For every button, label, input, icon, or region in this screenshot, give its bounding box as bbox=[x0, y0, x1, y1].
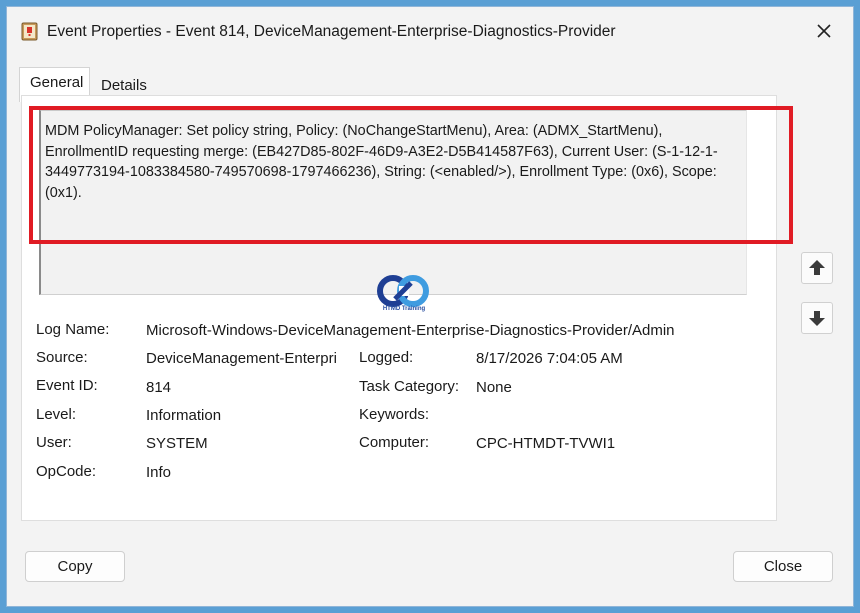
arrow-up-icon bbox=[809, 260, 825, 275]
previous-event-button[interactable] bbox=[801, 252, 833, 284]
logged-value: 8/17/2026 7:04:05 AM bbox=[476, 350, 623, 367]
source-value: DeviceManagement-Enterpri bbox=[146, 350, 337, 367]
event-description: MDM PolicyManager: Set policy string, Po… bbox=[45, 123, 718, 201]
description-box[interactable]: MDM PolicyManager: Set policy string, Po… bbox=[39, 109, 747, 295]
level-label: Level: bbox=[36, 406, 77, 423]
logged-label: Logged: bbox=[359, 349, 414, 366]
opcode-value: Info bbox=[146, 464, 172, 481]
opcode-label: OpCode: bbox=[36, 463, 97, 480]
watermark-caption: HTMD Training bbox=[382, 306, 426, 312]
close-button[interactable]: Close bbox=[733, 551, 833, 582]
event-viewer-icon bbox=[21, 22, 38, 41]
task-category-label: Task Category: bbox=[359, 378, 460, 395]
computer-value: CPC-HTMDT-TVWI1 bbox=[476, 435, 616, 452]
window-title: Event Properties - Event 814, DeviceMana… bbox=[47, 23, 616, 40]
computer-label: Computer: bbox=[359, 434, 430, 451]
event-properties-window: Event Properties - Event 814, DeviceMana… bbox=[6, 6, 854, 607]
close-icon bbox=[817, 24, 831, 38]
event-id-value: 814 bbox=[146, 379, 172, 396]
next-event-button[interactable] bbox=[801, 302, 833, 334]
task-category-value: None bbox=[476, 379, 512, 396]
title-bar[interactable]: Event Properties - Event 814, DeviceMana… bbox=[7, 7, 853, 57]
copy-button[interactable]: Copy bbox=[25, 551, 125, 582]
event-id-label: Event ID: bbox=[36, 377, 98, 394]
keywords-label: Keywords: bbox=[359, 406, 430, 423]
close-window-button[interactable] bbox=[813, 20, 835, 42]
log-name-value: Microsoft-Windows-DeviceManagement-Enter… bbox=[146, 322, 675, 339]
user-value: SYSTEM bbox=[146, 435, 208, 452]
level-value: Information bbox=[146, 407, 222, 424]
log-name-label: Log Name: bbox=[36, 321, 110, 338]
arrow-down-icon bbox=[809, 311, 825, 326]
user-label: User: bbox=[36, 434, 72, 451]
source-label: Source: bbox=[36, 349, 88, 366]
